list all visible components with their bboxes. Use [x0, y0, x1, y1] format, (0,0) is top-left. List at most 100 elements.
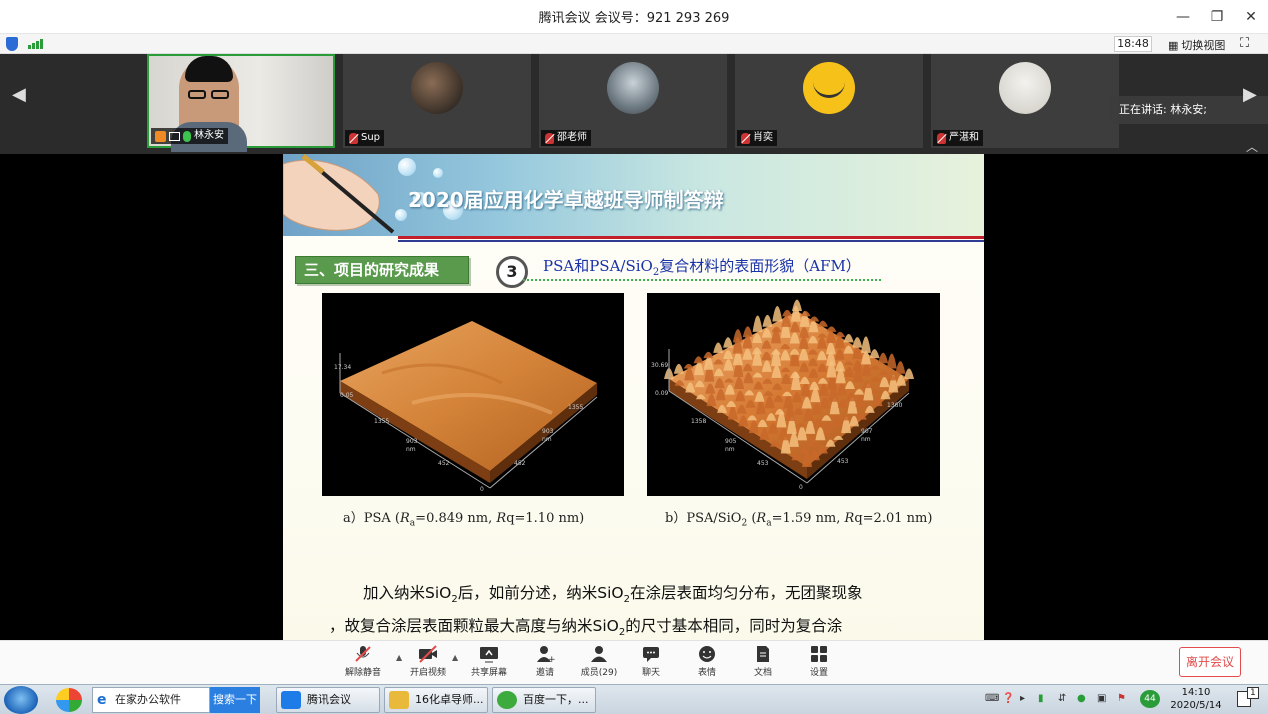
afm-z-min-label: 0.05 — [340, 392, 354, 399]
screen-share-icon — [169, 131, 180, 141]
settings-grid-icon — [809, 645, 829, 663]
afm-z-min-label: 0.09 — [655, 390, 669, 397]
afm-peak — [835, 331, 846, 338]
help-icon[interactable]: ❓ — [1002, 693, 1014, 704]
host-icon — [155, 130, 166, 142]
device-icon[interactable]: ▣ — [1097, 693, 1106, 704]
avatar — [999, 62, 1051, 114]
unmute-button[interactable]: 解除静音 — [337, 645, 389, 678]
collapse-chevron-up-icon[interactable]: ︿ — [1246, 138, 1258, 155]
start-video-button[interactable]: 开启视频 — [402, 645, 454, 678]
taskbar-app-folder[interactable]: 16化卓导师... — [384, 687, 488, 713]
afm-peak — [886, 353, 897, 369]
search-input[interactable]: e 在家办公软件 — [92, 687, 210, 713]
afm-peak — [843, 334, 854, 343]
svg-text:453: 453 — [757, 460, 769, 467]
tray-badge[interactable]: 44 — [1140, 690, 1160, 708]
next-page-arrow-icon[interactable]: ▶ — [1243, 84, 1257, 105]
window-title: 腾讯会议 会议号：921 293 269 — [538, 11, 730, 26]
slide-banner: 2020届应用化学卓越班导师制答辩 — [283, 154, 984, 236]
video-options-caret-icon[interactable]: ▲ — [452, 653, 458, 662]
system-clock[interactable]: 14:10 2020/5/14 — [1158, 686, 1234, 712]
participant-tile[interactable]: Sup — [343, 54, 531, 148]
dotted-underline — [523, 279, 881, 281]
svg-text:1358: 1358 — [691, 418, 706, 425]
close-icon[interactable]: ✕ — [1234, 0, 1268, 34]
network-signal-icon[interactable] — [28, 39, 43, 49]
share-screen-button[interactable]: 共享屏幕 — [463, 645, 515, 678]
windows-start-icon[interactable] — [4, 686, 38, 714]
svg-text:nm: nm — [861, 436, 871, 443]
afm-peak — [703, 351, 714, 359]
flag-icon[interactable]: ⚑ — [1117, 693, 1126, 704]
info-bar: 18:48 ▦ 切换视图 ⛶ — [0, 34, 1268, 54]
chat-button[interactable]: 聊天 — [625, 645, 677, 678]
documents-button[interactable]: 文档 — [737, 645, 789, 678]
taskbar-app-tencent-meeting[interactable]: 腾讯会议 — [276, 687, 380, 713]
keyboard-icon[interactable]: ⌨ — [985, 693, 999, 704]
presentation-slide: 2020届应用化学卓越班导师制答辩 三、项目的研究成果 3 PSA和PSA/Si… — [283, 154, 984, 640]
caption-a: a）PSA (Ra=0.849 nm, Rq=1.10 nm) — [343, 511, 585, 529]
participant-name-tag: 林永安 — [151, 128, 228, 144]
tray-arrow-icon[interactable]: ▸ — [1020, 693, 1025, 704]
grid-view-icon: ▦ — [1168, 38, 1179, 52]
afm-peak — [673, 363, 684, 374]
afm-peak — [752, 315, 763, 332]
mic-muted-icon — [349, 132, 358, 144]
participant-name-tag: 邵老师 — [541, 130, 591, 146]
afm-peak — [693, 356, 704, 364]
avatar — [411, 62, 463, 114]
afm-peak — [878, 352, 889, 364]
members-icon — [589, 645, 609, 663]
participant-tile-self[interactable]: 林永安 — [147, 54, 335, 152]
invite-button[interactable]: + 邀请 — [519, 645, 571, 678]
svg-text:903: 903 — [406, 438, 418, 445]
afm-peak — [895, 361, 906, 374]
afm-peak — [772, 306, 783, 322]
afm-z-max-label: 17.34 — [334, 364, 351, 371]
members-button[interactable]: 成员(29) — [573, 645, 625, 678]
fullscreen-icon[interactable]: ⛶ — [1240, 36, 1249, 51]
mic-on-icon — [183, 130, 191, 142]
tencent-meeting-icon — [281, 691, 301, 709]
search-button[interactable]: 搜索一下 — [210, 687, 260, 713]
participant-tile[interactable]: 严湛和 — [931, 54, 1119, 148]
restore-icon[interactable]: ❐ — [1200, 0, 1234, 34]
switch-view-button[interactable]: ▦ 切换视图 — [1168, 37, 1225, 53]
minimize-icon[interactable]: — — [1166, 0, 1200, 34]
svg-text:452: 452 — [514, 460, 526, 467]
participant-name-tag: Sup — [345, 130, 385, 146]
participant-name-tag: 严湛和 — [933, 130, 983, 146]
participant-tile[interactable]: 邵老师 — [539, 54, 727, 148]
afm-peak — [782, 309, 793, 317]
pinned-app-icon[interactable] — [56, 688, 82, 712]
taskbar-app-browser[interactable]: 百度一下，... — [492, 687, 596, 713]
document-icon — [753, 645, 773, 663]
add-user-icon: + — [535, 645, 556, 665]
wechat-icon[interactable]: ● — [1077, 693, 1086, 704]
battery-icon[interactable]: ▮ — [1038, 693, 1044, 704]
video-off-icon — [418, 645, 438, 663]
svg-text:nm: nm — [725, 446, 735, 453]
notification-count: 1 — [1247, 687, 1259, 699]
folder-icon — [389, 691, 409, 709]
afm-peak — [809, 316, 820, 322]
mic-muted-icon — [937, 132, 946, 144]
svg-text:1355: 1355 — [568, 404, 583, 411]
afm-image-psa-sio2: 30.69 0.09 1358 905 nm 453 0 453 907 nm … — [647, 293, 940, 496]
afm-peak — [826, 326, 837, 332]
prev-page-arrow-icon[interactable]: ◀ — [12, 84, 26, 105]
afm-peak — [713, 342, 724, 353]
afm-peak — [732, 329, 743, 343]
svg-text:453: 453 — [837, 458, 849, 465]
afm-peak — [852, 337, 863, 348]
svg-text:907: 907 — [861, 428, 873, 435]
participant-tile[interactable]: 肖奕 — [735, 54, 923, 148]
afm-peak — [869, 349, 880, 359]
mic-muted-icon — [353, 645, 373, 663]
network-icon[interactable]: ⇵ — [1058, 693, 1066, 704]
leave-meeting-button[interactable]: 离开会议 — [1179, 647, 1241, 677]
security-shield-icon[interactable] — [6, 37, 18, 51]
emoji-button[interactable]: 表情 — [681, 645, 733, 678]
settings-button[interactable]: 设置 — [793, 645, 845, 678]
